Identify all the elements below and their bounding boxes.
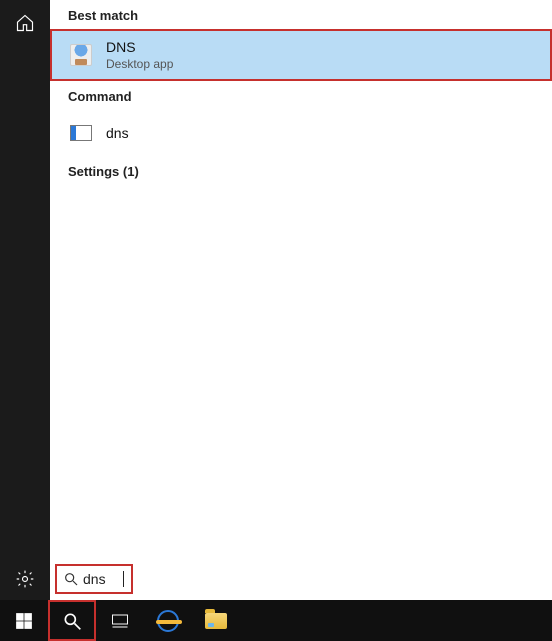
settings-icon[interactable] <box>14 568 36 590</box>
section-header-best-match: Best match <box>50 0 552 29</box>
search-input[interactable] <box>83 571 123 587</box>
taskbar-search-button[interactable] <box>48 600 96 641</box>
start-search-panel: Best match DNS Desktop app Command dns S… <box>0 0 552 600</box>
dns-app-icon <box>68 42 94 68</box>
taskbar <box>0 600 552 641</box>
section-header-settings[interactable]: Settings (1) <box>50 156 552 185</box>
start-left-rail <box>0 0 50 600</box>
file-explorer-button[interactable] <box>192 600 240 641</box>
result-text-block: DNS Desktop app <box>106 39 173 71</box>
search-box[interactable] <box>55 564 133 594</box>
start-button[interactable] <box>0 600 48 641</box>
result-title: dns <box>106 125 129 141</box>
home-icon[interactable] <box>14 12 36 34</box>
search-results-area: Best match DNS Desktop app Command dns S… <box>50 0 552 600</box>
ie-icon <box>157 610 179 632</box>
result-command-dns[interactable]: dns <box>50 110 552 156</box>
section-header-command: Command <box>50 81 552 110</box>
task-view-button[interactable] <box>96 600 144 641</box>
run-command-icon <box>68 120 94 146</box>
search-icon <box>63 571 79 587</box>
internet-explorer-button[interactable] <box>144 600 192 641</box>
result-title: DNS <box>106 39 173 55</box>
folder-icon <box>205 613 227 629</box>
text-caret <box>123 571 124 587</box>
result-subtitle: Desktop app <box>106 57 173 71</box>
result-best-match-dns[interactable]: DNS Desktop app <box>50 29 552 81</box>
